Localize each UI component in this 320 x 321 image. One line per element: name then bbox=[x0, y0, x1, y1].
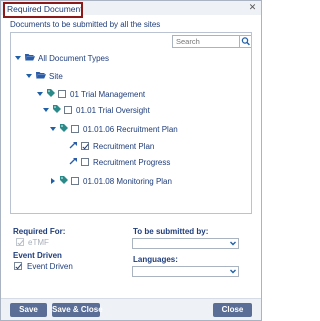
etmf-checkbox[interactable] bbox=[16, 238, 24, 246]
document-tree-panel: All Document Types Site 01 Trial Managem… bbox=[10, 32, 252, 214]
chevron-down-icon[interactable] bbox=[49, 125, 57, 133]
tree-node-trial-oversight[interactable]: 01.01 Trial Oversight bbox=[42, 104, 150, 116]
event-driven-checkbox[interactable] bbox=[14, 262, 22, 270]
dialog-subtitle: Documents to be submitted by all the sit… bbox=[10, 20, 161, 29]
search-input[interactable] bbox=[173, 36, 239, 47]
save-close-button[interactable]: Save & Close bbox=[52, 303, 103, 317]
chevron-right-icon[interactable] bbox=[49, 177, 57, 185]
node-checkbox[interactable] bbox=[71, 177, 79, 185]
tree-node-site[interactable]: Site bbox=[25, 70, 63, 82]
close-button[interactable]: Close bbox=[213, 303, 252, 317]
languages-select[interactable] bbox=[132, 266, 239, 277]
node-checkbox[interactable] bbox=[71, 125, 79, 133]
node-checkbox[interactable] bbox=[58, 90, 66, 98]
folder-open-icon bbox=[25, 53, 35, 63]
etmf-label: eTMF bbox=[28, 238, 49, 247]
tree-node-trial-management[interactable]: 01 Trial Management bbox=[36, 88, 145, 100]
event-driven-label: Event Driven bbox=[13, 251, 62, 260]
tree-node-label: 01.01.06 Recruitment Plan bbox=[83, 124, 178, 134]
tree-leaf-recruitment-progress[interactable]: Recruitment Progress bbox=[69, 156, 170, 168]
tree-node-label: Site bbox=[49, 71, 63, 81]
chevron-down-icon[interactable] bbox=[36, 90, 44, 98]
dialog-title: Required Documents bbox=[3, 2, 83, 18]
document-link-icon bbox=[69, 141, 78, 151]
tree-node-label: Recruitment Plan bbox=[93, 141, 155, 151]
tree-node-label: All Document Types bbox=[38, 53, 109, 63]
tree-node-label: 01.01 Trial Oversight bbox=[76, 105, 150, 115]
tag-icon bbox=[60, 124, 68, 134]
tree-node-monitoring-plan[interactable]: 01.01.08 Monitoring Plan bbox=[49, 175, 172, 187]
dialog-footer: Save Save & Close Close bbox=[1, 298, 261, 320]
chevron-down-icon[interactable] bbox=[228, 239, 238, 248]
tree-node-label: 01 Trial Management bbox=[70, 89, 146, 99]
event-driven-checkbox-label: Event Driven bbox=[27, 262, 73, 271]
to-be-submitted-label: To be submitted by: bbox=[133, 227, 209, 236]
tree-node-label: 01.01.08 Monitoring Plan bbox=[83, 176, 172, 186]
document-link-icon bbox=[69, 157, 78, 167]
required-documents-dialog: Required Documents ✕ Documents to be sub… bbox=[0, 0, 262, 321]
tree-search bbox=[172, 35, 251, 48]
save-button[interactable]: Save bbox=[10, 303, 47, 317]
close-icon[interactable]: ✕ bbox=[248, 3, 257, 12]
search-icon[interactable] bbox=[239, 36, 251, 47]
tag-icon bbox=[47, 89, 55, 99]
chevron-down-icon[interactable] bbox=[14, 54, 22, 62]
dialog-titlebar: Required Documents ✕ bbox=[1, 1, 261, 18]
tag-icon bbox=[53, 105, 61, 115]
node-checkbox[interactable] bbox=[64, 106, 72, 114]
languages-label: Languages: bbox=[133, 255, 178, 264]
tag-icon bbox=[60, 176, 68, 186]
chevron-down-icon[interactable] bbox=[25, 72, 33, 80]
chevron-down-icon[interactable] bbox=[228, 267, 238, 276]
folder-open-icon bbox=[36, 71, 46, 81]
node-checkbox[interactable] bbox=[81, 142, 89, 150]
node-checkbox[interactable] bbox=[81, 158, 89, 166]
to-be-submitted-select[interactable] bbox=[132, 238, 239, 249]
chevron-down-icon[interactable] bbox=[42, 106, 50, 114]
tree-node-label: Recruitment Progress bbox=[93, 157, 171, 167]
tree-node-recruitment-plan-group[interactable]: 01.01.06 Recruitment Plan bbox=[49, 123, 178, 135]
tree-node-all-document-types[interactable]: All Document Types bbox=[14, 52, 109, 64]
tree-leaf-recruitment-plan[interactable]: Recruitment Plan bbox=[69, 140, 154, 152]
required-for-label: Required For: bbox=[13, 227, 66, 236]
